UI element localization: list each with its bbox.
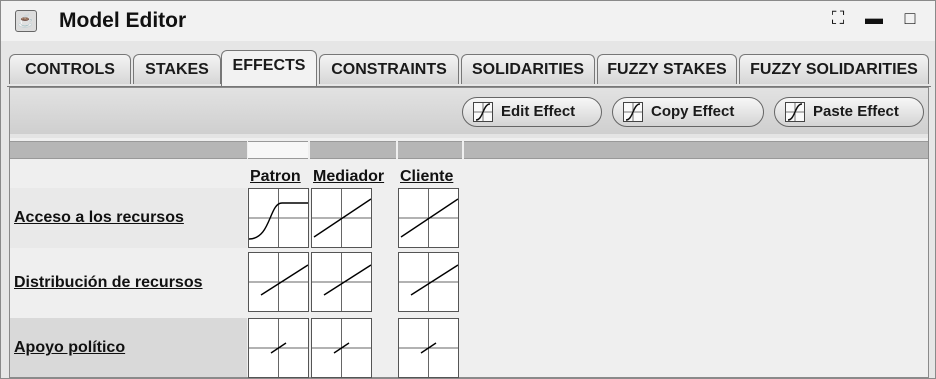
effects-grid: Patron Mediador Cliente Acceso a los rec… — [10, 138, 928, 378]
edit-effect-button[interactable]: Edit Effect — [462, 97, 602, 127]
restore-icon[interactable]: ⛶ — [827, 7, 849, 29]
linear-curve-icon — [399, 189, 458, 247]
header-cell — [464, 141, 928, 159]
tab-effects[interactable]: EFFECTS — [221, 50, 317, 86]
linear-curve-icon — [312, 189, 371, 247]
window-title: Model Editor — [59, 9, 187, 32]
tab-controls[interactable]: CONTROLS — [9, 54, 131, 84]
effect-cell[interactable] — [248, 188, 309, 248]
column-header-mediador[interactable]: Mediador — [313, 168, 384, 186]
function-curve-icon — [473, 102, 493, 122]
linear-curve-icon — [249, 253, 308, 311]
row-label-apoyo[interactable]: Apoyo político — [14, 339, 125, 357]
effect-cell[interactable] — [311, 252, 372, 312]
row-label-acceso[interactable]: Acceso a los recursos — [14, 209, 184, 227]
column-header-cliente[interactable]: Cliente — [400, 168, 453, 186]
effect-cell[interactable] — [311, 188, 372, 248]
effect-cell[interactable] — [248, 318, 309, 378]
function-curve-icon — [623, 102, 643, 122]
copy-effect-label: Copy Effect — [651, 103, 735, 120]
copy-effect-button[interactable]: Copy Effect — [612, 97, 764, 127]
tab-stakes[interactable]: STAKES — [133, 54, 221, 84]
short-linear-curve-icon — [399, 319, 458, 377]
header-cell — [310, 141, 396, 159]
effect-cell[interactable] — [311, 318, 372, 378]
header-cell-selected[interactable] — [248, 141, 308, 159]
edit-effect-label: Edit Effect — [501, 103, 576, 120]
paste-effect-label: Paste Effect — [813, 103, 899, 120]
model-editor-window: ☕ Model Editor ⛶ ▬ □ CONTROLS STAKES EFF… — [0, 0, 936, 379]
header-cell — [10, 141, 247, 159]
effect-cell[interactable] — [398, 318, 459, 378]
sigmoid-curve-icon — [249, 189, 308, 247]
paste-effect-button[interactable]: Paste Effect — [774, 97, 924, 127]
tab-fuzzy-stakes[interactable]: FUZZY STAKES — [597, 54, 737, 84]
tab-solidarities[interactable]: SOLIDARITIES — [461, 54, 595, 84]
effects-toolbar: Edit Effect Copy Effect Paste Effect — [10, 88, 928, 134]
effect-cell[interactable] — [398, 252, 459, 312]
short-linear-curve-icon — [249, 319, 308, 377]
java-cup-icon: ☕ — [15, 10, 37, 32]
short-linear-curve-icon — [312, 319, 371, 377]
tab-bar: CONTROLS STAKES EFFECTS CONSTRAINTS SOLI… — [9, 50, 929, 86]
linear-curve-icon — [399, 253, 458, 311]
effects-panel: Edit Effect Copy Effect Paste Effect Pat… — [9, 87, 929, 378]
title-bar[interactable]: ☕ Model Editor ⛶ ▬ □ — [1, 1, 935, 41]
maximize-icon[interactable]: □ — [899, 7, 921, 29]
effect-cell[interactable] — [248, 252, 309, 312]
linear-curve-icon — [312, 253, 371, 311]
column-header-patron[interactable]: Patron — [250, 168, 301, 186]
function-curve-icon — [785, 102, 805, 122]
tab-fuzzy-solidarities[interactable]: FUZZY SOLIDARITIES — [739, 54, 929, 84]
effect-cell[interactable] — [398, 188, 459, 248]
minimize-icon[interactable]: ▬ — [863, 7, 885, 29]
tab-constraints[interactable]: CONSTRAINTS — [319, 54, 459, 84]
header-cell — [398, 141, 462, 159]
row-label-distribucion[interactable]: Distribución de recursos — [14, 274, 203, 292]
